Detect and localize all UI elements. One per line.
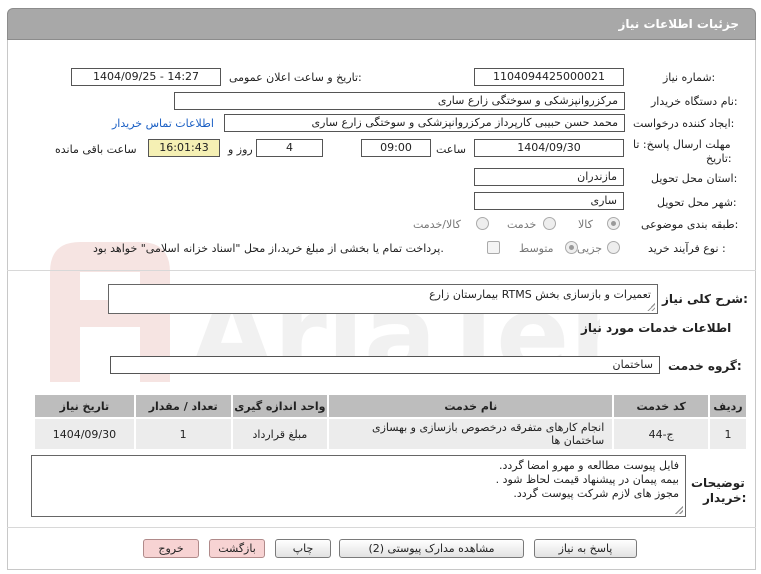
col-quantity: تعداد / مقدار	[133, 393, 233, 419]
table-cell-quantity: 1	[133, 417, 233, 451]
col-service-name: نام خدمت	[327, 393, 615, 419]
footer-divider	[7, 527, 756, 528]
need-number-label: شماره نیاز:	[663, 71, 716, 84]
resize-grip-icon[interactable]	[647, 303, 655, 311]
table-cell-row: 1	[707, 417, 749, 451]
requester-label: ایجاد کننده درخواست:	[633, 117, 735, 130]
service-group-label: گروه خدمت:	[668, 359, 742, 373]
city-label: شهر محل تحویل:	[657, 196, 737, 209]
treasury-payment-note: پرداخت تمام یا بخشی از مبلغ خرید،از محل …	[93, 242, 444, 255]
deadline-label-date: تاریخ:	[706, 152, 732, 165]
table-cell-service-code: ج-44	[612, 417, 710, 451]
table-row[interactable]: 1404/09/30 1 مبلغ قرارداد انجام کارهای متفر…	[33, 417, 749, 451]
section-divider	[7, 270, 756, 271]
category-label: طبقه بندی موضوعی:	[641, 218, 739, 231]
process-option-medium: متوسط	[519, 242, 554, 255]
page-title: جزئیات اطلاعات نیاز	[618, 17, 739, 31]
header-bar: جزئیات اطلاعات نیاز	[7, 8, 756, 40]
process-label: نوع فرآیند خرید :	[648, 242, 726, 255]
category-option-goods-service: کالا/خدمت	[413, 218, 461, 231]
print-button[interactable]: چاپ	[275, 539, 331, 558]
province-label: استان محل تحویل:	[651, 172, 738, 185]
notes-field: فایل پیوست مطالعه و مهرو امضا گردد. بیمه…	[31, 455, 686, 517]
city-value: ساری	[474, 192, 624, 210]
resize-grip-icon[interactable]	[675, 506, 683, 514]
table-header-row: تاریخ نیاز تعداد / مقدار واحد اندازه گیری ن…	[33, 393, 749, 419]
deadline-time-value: 09:00	[361, 139, 431, 157]
requester-value: محمد حسن حبیبی کارپرداز مرکزروانپزشکی و …	[224, 114, 625, 132]
deadline-label: مهلت ارسال پاسخ: تا	[633, 138, 731, 151]
services-title: اطلاعات خدمات مورد نیاز	[581, 321, 732, 335]
table-cell-unit: مبلغ قرارداد	[230, 417, 330, 451]
notes-line-1: فایل پیوست مطالعه و مهرو امضا گردد.	[499, 459, 679, 472]
buyer-org-label: نام دستگاه خریدار:	[651, 95, 738, 108]
need-number-value: 1104094425000021	[474, 68, 624, 86]
deadline-hour-label: ساعت	[436, 143, 466, 156]
notes-line-3: مجوز های لازم شرکت پیوست گردد.	[513, 487, 679, 500]
category-option-service: خدمت	[507, 218, 537, 231]
deadline-date-value: 1404/09/30	[474, 139, 624, 157]
category-radio-goods[interactable]	[607, 217, 620, 230]
reply-button[interactable]: پاسخ به نیاز	[534, 539, 637, 558]
col-row: ردیف	[707, 393, 749, 419]
table-cell-need-date: 1404/09/30	[33, 417, 136, 451]
col-service-code: کد خدمت	[612, 393, 710, 419]
summary-value: تعمیرات و بازسازی بخش RTMS بیمارستان زار…	[429, 288, 651, 301]
process-radio-minor[interactable]	[607, 241, 620, 254]
table-cell-service-name: انجام کارهای متفرقه درخصوص بازسازی و بهس…	[327, 417, 615, 451]
summary-field: تعمیرات و بازسازی بخش RTMS بیمارستان زار…	[108, 284, 658, 314]
notes-line-2: بیمه پیمان در پیشنهاد قیمت لحاظ شود .	[495, 473, 679, 486]
exit-button[interactable]: خروج	[143, 539, 199, 558]
days-label: روز و	[228, 143, 253, 156]
announce-value: 1404/09/25 - 14:27	[71, 68, 221, 86]
announce-label: تاریخ و ساعت اعلان عمومی:	[229, 71, 362, 84]
notes-label: توضیحات	[691, 476, 745, 490]
notes-label-buyer: خریدار:	[703, 491, 747, 505]
back-button[interactable]: بازگشت	[209, 539, 265, 558]
remaining-label: ساعت باقی مانده	[55, 143, 137, 156]
process-radio-medium[interactable]	[565, 241, 578, 254]
category-radio-service[interactable]	[543, 217, 556, 230]
col-unit: واحد اندازه گیری	[230, 393, 330, 419]
province-value: مازندران	[474, 168, 624, 186]
view-attachments-button[interactable]: مشاهده مدارک پیوستی (2)	[339, 539, 524, 558]
process-option-minor: جزیی	[577, 242, 603, 255]
summary-label: شرح کلی نیاز:	[662, 292, 748, 306]
service-group-value: ساختمان	[110, 356, 660, 374]
buyer-org-value: مرکزروانپزشکی و سوختگی زارع ساری	[174, 92, 625, 110]
col-need-date: تاریخ نیاز	[33, 393, 136, 419]
buyer-contact-link[interactable]: اطلاعات تماس خریدار	[112, 117, 214, 130]
days-value: 4	[256, 139, 323, 157]
services-table: تاریخ نیاز تعداد / مقدار واحد اندازه گیری ن…	[33, 393, 749, 451]
treasury-payment-checkbox[interactable]	[487, 241, 500, 254]
category-radio-goods-service[interactable]	[476, 217, 489, 230]
remaining-time-value: 16:01:43	[148, 139, 220, 157]
category-option-goods: کالا	[578, 218, 593, 231]
